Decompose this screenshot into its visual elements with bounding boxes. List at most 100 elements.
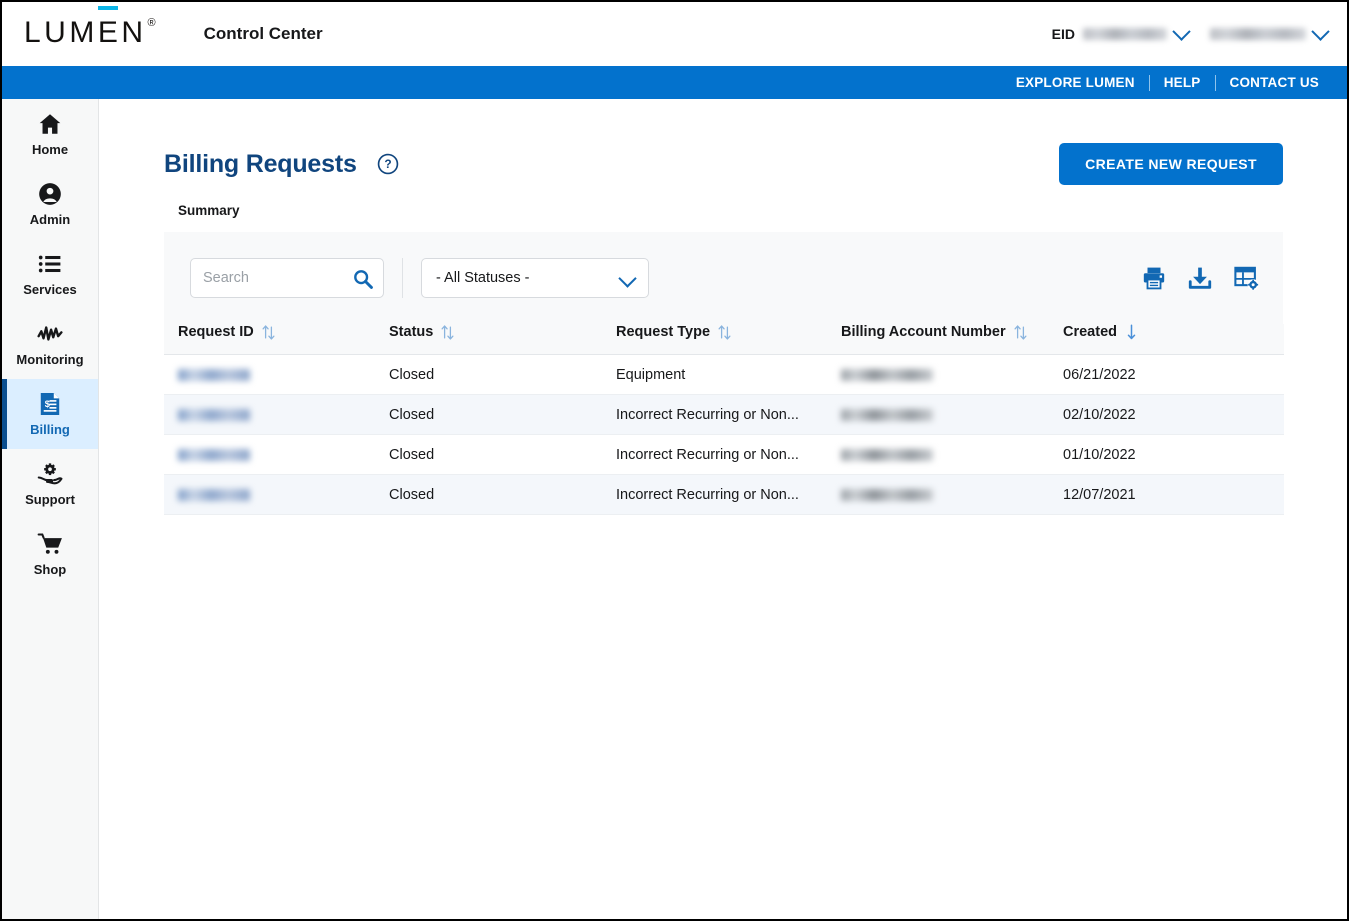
app-title: Control Center (203, 24, 323, 43)
table-row[interactable]: 0000000 Closed Equipment 0-000000 06/21/… (164, 354, 1284, 395)
column-header-request-type[interactable]: Request Type (616, 324, 841, 355)
table-settings-icon[interactable] (1233, 265, 1259, 291)
sidebar-item-monitoring[interactable]: Monitoring (2, 309, 98, 379)
billing-account-number-value: 0-000000 (841, 448, 933, 461)
sidebar-item-services[interactable]: Services (2, 239, 98, 309)
cell-status: Closed (389, 354, 616, 395)
account-name: XXXXXXXXX (1210, 28, 1306, 40)
billing-requests-table: Request ID Status Request Type Billing A… (164, 324, 1284, 515)
cell-request-type: Equipment (616, 354, 841, 395)
request-id-link[interactable]: 0000000 (178, 488, 250, 501)
print-icon[interactable] (1141, 265, 1167, 291)
cell-status: Closed (389, 474, 616, 515)
cell-status: Closed (389, 434, 616, 475)
request-id-link[interactable]: 0000000 (178, 368, 250, 381)
cell-created: 02/10/2022 (1063, 394, 1284, 435)
table-header-row: Request ID Status Request Type Billing A… (164, 324, 1284, 355)
page-header: Billing Requests ? CREATE NEW REQUEST (100, 99, 1347, 185)
nav-help[interactable]: HELP (1150, 75, 1215, 90)
table-row[interactable]: 0000000 Closed Incorrect Recurring or No… (164, 474, 1284, 515)
account-selector[interactable]: XXXXXXXXX (1210, 21, 1330, 41)
request-type-text: Equipment (616, 366, 686, 383)
registered-mark: ® (147, 17, 156, 29)
summary-label: Summary (178, 203, 240, 218)
cell-created: 12/07/2021 (1063, 474, 1284, 515)
table-row[interactable]: 0000000 Closed Incorrect Recurring or No… (164, 394, 1284, 435)
lumen-logo-text: LUMEN (24, 16, 147, 49)
table-action-icons (1141, 265, 1259, 291)
column-header-request-id[interactable]: Request ID (164, 324, 389, 355)
cell-billing-account-number: 0-000000 (841, 474, 1063, 515)
column-label-created: Created (1063, 324, 1117, 340)
chevron-down-icon (618, 269, 637, 288)
eid-label: EID (1051, 26, 1075, 42)
sidebar-label-admin: Admin (29, 212, 71, 227)
status-filter-select[interactable]: - All Statuses - (421, 258, 649, 298)
sort-both-icon (1014, 324, 1027, 340)
cell-request-id[interactable]: 0000000 (164, 394, 389, 435)
sidebar-label-billing: Billing (30, 422, 70, 437)
sidebar-item-billing[interactable]: $ Billing (2, 379, 98, 449)
column-label-status: Status (389, 324, 434, 340)
column-header-status[interactable]: Status (389, 324, 616, 355)
application-window: LUMEN ® Control Center EID XXXXXXXX XXXX… (0, 0, 1349, 921)
sidebar-label-support: Support (25, 492, 75, 507)
column-header-billing-account-number[interactable]: Billing Account Number (841, 324, 1063, 355)
table-body: 0000000 Closed Equipment 0-000000 06/21/… (164, 354, 1284, 515)
toolbar-divider (402, 258, 403, 298)
sidebar-item-home[interactable]: Home (2, 99, 98, 169)
request-type-text: Incorrect Recurring or Non... (616, 486, 799, 503)
shopping-cart-icon (37, 533, 62, 554)
table-toolbar: - All Statuses - (164, 232, 1283, 324)
cell-request-id[interactable]: 0000000 (164, 474, 389, 515)
utility-navigation: EXPLORE LUMEN HELP CONTACT US (2, 66, 1347, 99)
nav-explore-lumen[interactable]: EXPLORE LUMEN (1002, 75, 1149, 90)
header-account-area: EID XXXXXXXX XXXXXXXXX (1051, 21, 1330, 42)
create-new-request-button[interactable]: CREATE NEW REQUEST (1059, 143, 1283, 185)
nav-contact-us[interactable]: CONTACT US (1216, 75, 1334, 90)
search-box[interactable] (190, 258, 384, 298)
eid-selector[interactable]: EID XXXXXXXX (1051, 21, 1191, 42)
sidebar-label-shop: Shop (33, 562, 67, 577)
home-icon (39, 114, 61, 134)
sidebar-item-support[interactable]: Support (2, 449, 98, 519)
sidebar-label-monitoring: Monitoring (16, 352, 84, 367)
status-filter-value: - All Statuses - (436, 270, 530, 286)
page-title: Billing Requests (164, 149, 357, 178)
waveform-icon (37, 326, 63, 341)
user-circle-icon (39, 183, 61, 205)
sidebar-label-home: Home (31, 142, 69, 157)
table-row[interactable]: 0000000 Closed Incorrect Recurring or No… (164, 434, 1284, 475)
billing-account-number-value: 0-000000 (841, 488, 933, 501)
left-sidebar: Home Admin Services Monitoring $ Billing… (2, 99, 99, 919)
request-type-text: Incorrect Recurring or Non... (616, 446, 799, 463)
column-label-request-id: Request ID (178, 324, 254, 340)
cell-created: 06/21/2022 (1063, 354, 1284, 395)
lumen-logo[interactable]: LUMEN ® (24, 6, 156, 51)
sidebar-item-admin[interactable]: Admin (2, 169, 98, 239)
cell-request-type: Incorrect Recurring or Non... (616, 394, 841, 435)
sort-both-icon (262, 324, 275, 340)
sort-descending-icon (1127, 324, 1136, 340)
cell-status: Closed (389, 394, 616, 435)
cell-request-type: Incorrect Recurring or Non... (616, 434, 841, 475)
billing-account-number-value: 0-000000 (841, 368, 933, 381)
chevron-down-icon[interactable] (1172, 21, 1191, 41)
question-circle-icon[interactable]: ? (377, 153, 399, 175)
request-id-link[interactable]: 0000000 (178, 448, 250, 461)
table-header: Request ID Status Request Type Billing A… (164, 324, 1284, 355)
chevron-down-icon[interactable] (1311, 21, 1330, 41)
request-id-link[interactable]: 0000000 (178, 408, 250, 421)
search-button[interactable] (352, 268, 374, 290)
sidebar-label-services: Services (23, 282, 77, 297)
column-header-created[interactable]: Created (1063, 324, 1284, 355)
cell-request-id[interactable]: 0000000 (164, 354, 389, 395)
cell-request-id[interactable]: 0000000 (164, 434, 389, 475)
svg-text:$: $ (45, 399, 50, 409)
column-label-billing-account-number: Billing Account Number (841, 324, 1006, 340)
cell-created: 01/10/2022 (1063, 434, 1284, 475)
download-icon[interactable] (1187, 265, 1213, 291)
sort-both-icon (718, 324, 731, 340)
sidebar-item-shop[interactable]: Shop (2, 519, 98, 589)
invoice-dollar-icon: $ (40, 392, 60, 416)
